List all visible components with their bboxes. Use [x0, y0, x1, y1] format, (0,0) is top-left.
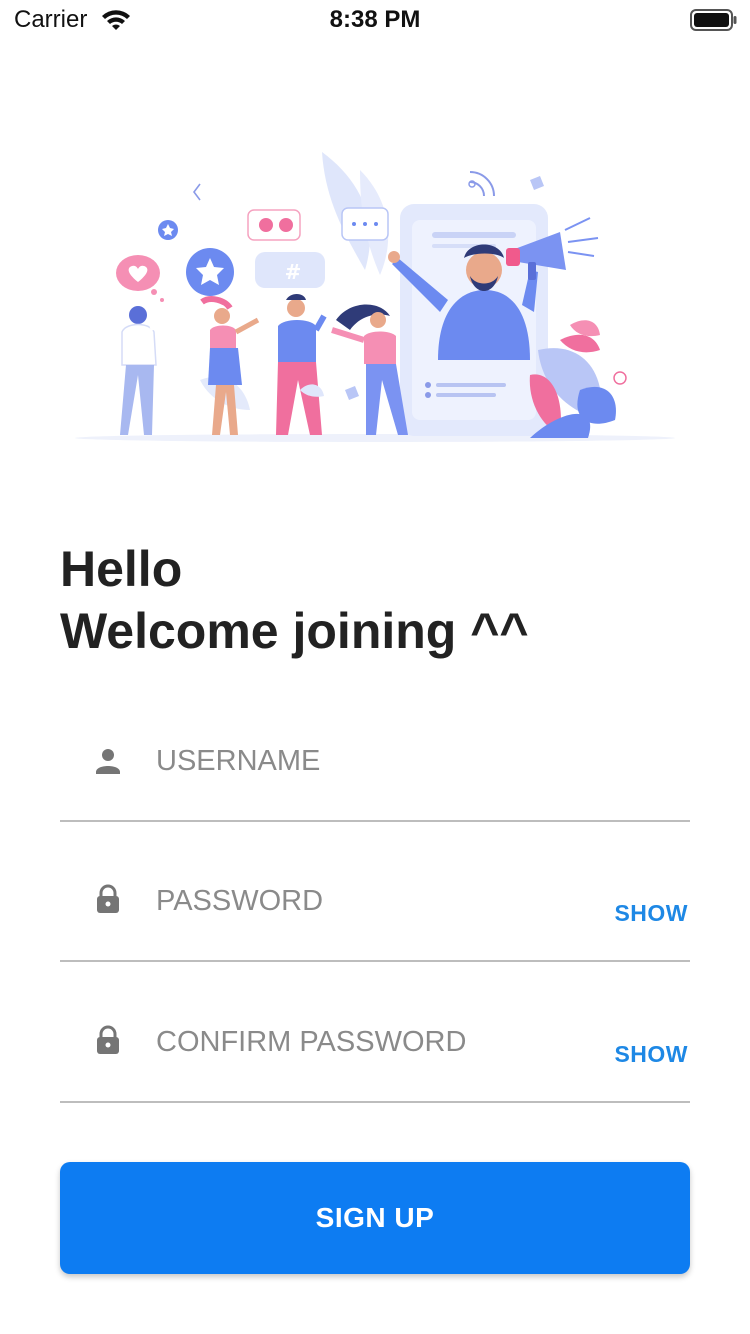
confirm-password-field[interactable]: SHOW [60, 963, 690, 1103]
sign-up-button[interactable]: SIGN UP [60, 1162, 690, 1274]
password-field[interactable]: SHOW [60, 822, 690, 962]
greeting-line-welcome: Welcome joining ^^ [60, 603, 529, 659]
hero-illustration: # [60, 140, 690, 475]
confirm-password-input[interactable] [156, 1017, 596, 1067]
username-field[interactable] [60, 682, 690, 822]
greeting-heading: Hello Welcome joining ^^ [60, 538, 700, 662]
greeting-line-hello: Hello [60, 541, 183, 597]
clock: 8:38 PM [329, 6, 421, 33]
status-bar: Carrier 8:38 PM [0, 0, 750, 40]
username-input[interactable] [156, 736, 596, 786]
lock-icon [94, 884, 122, 914]
show-confirm-password-toggle[interactable]: SHOW [614, 1041, 688, 1068]
battery-icon [690, 8, 738, 32]
lock-icon [94, 1025, 122, 1055]
show-password-toggle[interactable]: SHOW [614, 900, 688, 927]
password-input[interactable] [156, 876, 596, 926]
person-icon [94, 746, 122, 776]
hashtag-label: # [285, 260, 302, 284]
